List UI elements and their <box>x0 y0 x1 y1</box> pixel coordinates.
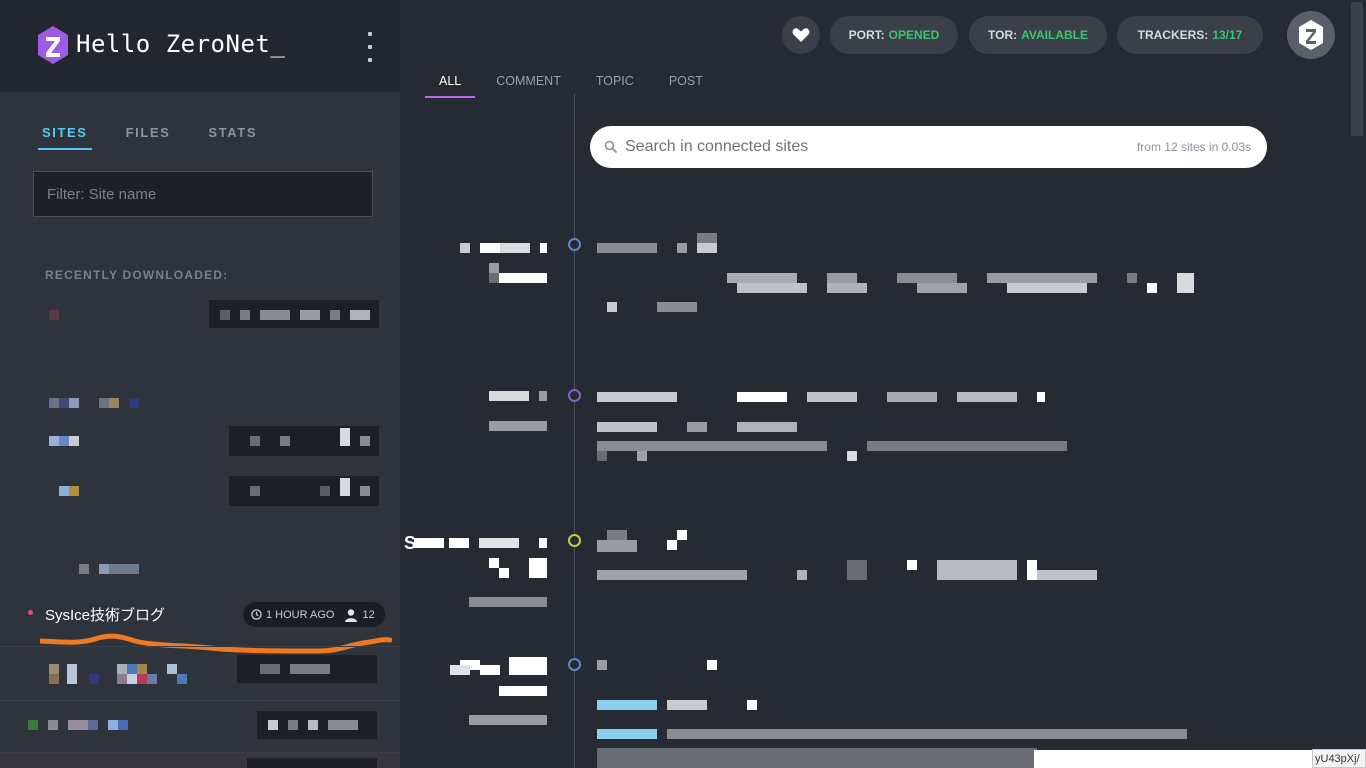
status-url: yU43pXj/ <box>1312 749 1366 768</box>
tab-stats[interactable]: STATS <box>204 124 261 150</box>
port-status-button[interactable]: PORT: OPENED <box>830 16 958 54</box>
menu-kebab-icon[interactable] <box>362 32 378 62</box>
search-input[interactable] <box>625 126 1105 168</box>
clock-icon <box>251 609 262 620</box>
sidebar-header: Hello ZeroNet_ <box>0 0 400 92</box>
time-ago: 1 HOUR AGO <box>266 608 335 621</box>
trackers-value: 13/17 <box>1212 28 1243 42</box>
site-name: SysIce技術ブログ <box>45 607 166 624</box>
tab-post[interactable]: POST <box>655 74 717 98</box>
site-activity-badge: 1 HOUR AGO 12 <box>243 602 385 627</box>
recently-downloaded-label: RECENTLY DOWNLOADED: <box>45 268 229 282</box>
timeline-dot <box>568 534 581 547</box>
user-icon <box>345 608 358 622</box>
feed-search[interactable]: from 12 sites in 0.03s <box>590 126 1267 168</box>
trackers-status-button[interactable]: TRACKERS: 13/17 <box>1117 16 1263 54</box>
sidebar: Hello ZeroNet_ SITES FILES STATS RECENTL… <box>0 0 400 768</box>
sidebar-tabs: SITES FILES STATS <box>38 124 291 150</box>
tab-all[interactable]: ALL <box>425 74 476 98</box>
donate-button[interactable] <box>782 16 820 54</box>
tab-files[interactable]: FILES <box>122 124 175 150</box>
port-label: PORT: <box>848 28 885 42</box>
bottom-overlay-censored <box>1034 750 1314 768</box>
app-title: Hello ZeroNet_ <box>76 30 286 58</box>
orange-underline-annotation <box>40 633 392 654</box>
heart-icon <box>792 28 810 42</box>
tab-topic[interactable]: TOPIC <box>582 74 648 98</box>
trackers-label: TRACKERS: <box>1137 28 1209 42</box>
tab-comment[interactable]: COMMENT <box>482 74 575 98</box>
user-avatar[interactable] <box>1287 11 1335 59</box>
peer-count: 12 <box>362 608 375 621</box>
tor-label: TOR: <box>988 28 1018 42</box>
search-stats: from 12 sites in 0.03s <box>1136 140 1251 154</box>
zeronet-avatar-icon <box>1299 20 1323 50</box>
timeline-dot <box>568 658 581 671</box>
tor-value: AVAILABLE <box>1021 28 1088 42</box>
zeronet-logo-icon[interactable] <box>37 25 69 65</box>
timeline-dot <box>568 389 581 402</box>
scrollbar-thumb[interactable] <box>1351 2 1363 136</box>
site-status-dot <box>28 610 33 615</box>
port-value: OPENED <box>888 28 940 42</box>
tab-sites[interactable]: SITES <box>38 124 92 150</box>
site-filter-input[interactable] <box>33 171 373 217</box>
search-icon <box>604 140 618 154</box>
tor-status-button[interactable]: TOR: AVAILABLE <box>969 16 1107 54</box>
timeline-dot <box>568 238 581 251</box>
